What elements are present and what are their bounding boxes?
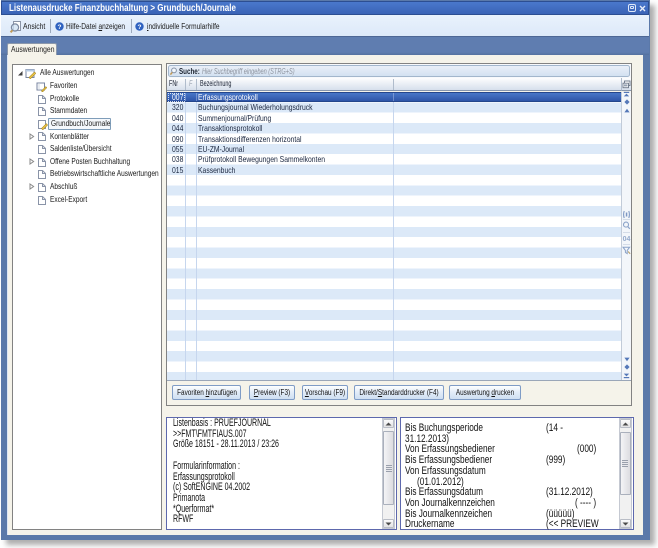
- svg-text:?: ?: [138, 24, 142, 31]
- svg-text:04: 04: [623, 236, 631, 243]
- svg-text:?: ?: [57, 24, 61, 31]
